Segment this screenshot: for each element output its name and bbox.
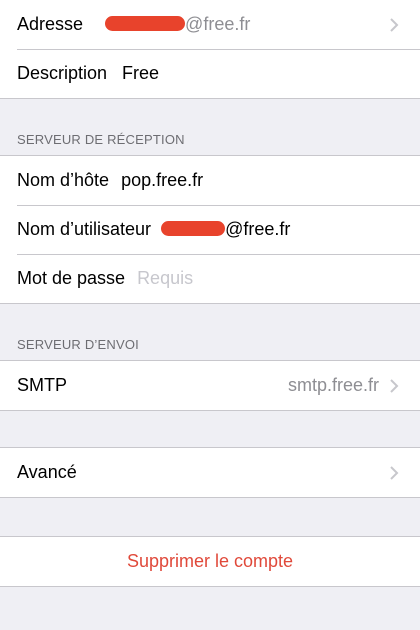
address-domain: @free.fr <box>185 14 251 34</box>
address-row[interactable]: Adresse @free.fr <box>0 0 420 49</box>
account-group: Adresse @free.fr Description Free <box>0 0 420 99</box>
chevron-right-icon <box>390 17 399 32</box>
hostname-label: Nom d’hôte <box>17 170 110 190</box>
redacted-username <box>161 220 226 236</box>
description-row[interactable]: Description Free <box>0 49 420 98</box>
delete-account-button[interactable]: Supprimer le compte <box>0 537 420 586</box>
address-label: Adresse <box>17 14 84 34</box>
smtp-right: smtp.free.fr <box>288 375 403 396</box>
smtp-row[interactable]: SMTP smtp.free.fr <box>0 361 420 410</box>
smtp-value: smtp.free.fr <box>287 375 379 395</box>
smtp-label: SMTP <box>17 375 68 395</box>
description-value: Free <box>122 63 160 83</box>
address-disclosure <box>379 16 403 34</box>
password-label: Mot de passe <box>17 268 126 288</box>
username-value[interactable]: @free.fr <box>161 219 290 240</box>
advanced-label: Avancé <box>17 462 77 482</box>
password-field[interactable]: Requis <box>137 268 193 289</box>
outgoing-server-header: SERVEUR D’ENVOI <box>17 337 139 352</box>
advanced-disclosure <box>379 464 403 482</box>
description-label: Description <box>17 63 108 83</box>
chevron-right-icon <box>390 465 399 480</box>
advanced-row[interactable]: Avancé <box>0 448 420 497</box>
username-row[interactable]: Nom d’utilisateur @free.fr <box>0 205 420 254</box>
chevron-right-icon <box>390 378 399 393</box>
password-row[interactable]: Mot de passe Requis <box>0 254 420 303</box>
delete-group: Supprimer le compte <box>0 536 420 587</box>
username-domain: @free.fr <box>225 219 291 239</box>
incoming-server-header: SERVEUR DE RÉCEPTION <box>17 132 185 147</box>
advanced-group: Avancé <box>0 447 420 498</box>
incoming-server-group: Nom d’hôte pop.free.fr Nom d’utilisateur… <box>0 155 420 304</box>
outgoing-server-group: SMTP smtp.free.fr <box>0 360 420 411</box>
hostname-value[interactable]: pop.free.fr <box>121 170 203 191</box>
username-label: Nom d’utilisateur <box>17 219 152 239</box>
address-value: @free.fr <box>105 14 250 35</box>
redacted-address <box>105 15 186 31</box>
hostname-row[interactable]: Nom d’hôte pop.free.fr <box>0 156 420 205</box>
